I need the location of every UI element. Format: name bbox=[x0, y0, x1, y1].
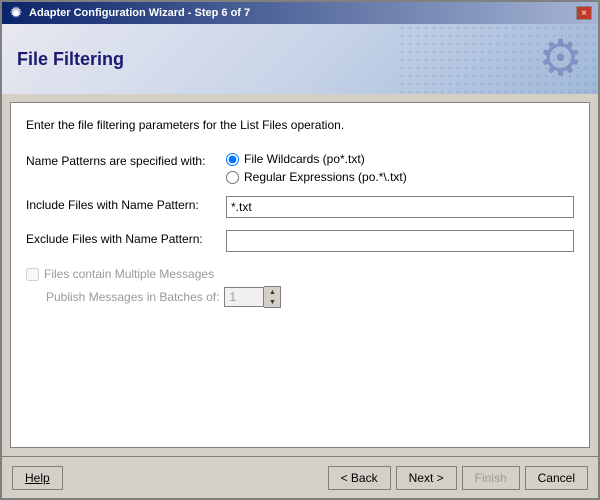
close-button[interactable]: × bbox=[576, 6, 592, 20]
batch-value-input[interactable] bbox=[224, 287, 264, 307]
multiple-messages-checkbox[interactable] bbox=[26, 268, 39, 281]
radio-wildcards-option[interactable]: File Wildcards (po*.txt) bbox=[226, 152, 407, 166]
radio-regex[interactable] bbox=[226, 171, 239, 184]
batch-spinner: ▲ ▼ bbox=[224, 286, 281, 308]
radio-regex-label: Regular Expressions (po.*\.txt) bbox=[244, 170, 407, 184]
batch-row: Publish Messages in Batches of: ▲ ▼ bbox=[46, 286, 574, 308]
next-button[interactable]: Next > bbox=[396, 466, 457, 490]
name-patterns-options: File Wildcards (po*.txt) Regular Express… bbox=[226, 152, 407, 184]
name-patterns-label: Name Patterns are specified with: bbox=[26, 152, 226, 168]
gear-icon: ⚙ bbox=[538, 29, 583, 87]
content-area: Enter the file filtering parameters for … bbox=[10, 102, 590, 448]
description-text: Enter the file filtering parameters for … bbox=[26, 118, 574, 132]
radio-wildcards[interactable] bbox=[226, 153, 239, 166]
batch-label: Publish Messages in Batches of: bbox=[46, 290, 219, 304]
spinner-up-button[interactable]: ▲ bbox=[264, 287, 280, 297]
multiple-messages-row: Files contain Multiple Messages bbox=[26, 267, 574, 281]
cancel-button[interactable]: Cancel bbox=[525, 466, 588, 490]
spinner-buttons: ▲ ▼ bbox=[264, 286, 281, 308]
title-bar: Adapter Configuration Wizard - Step 6 of… bbox=[2, 2, 598, 24]
radio-regex-option[interactable]: Regular Expressions (po.*\.txt) bbox=[226, 170, 407, 184]
wizard-window: Adapter Configuration Wizard - Step 6 of… bbox=[0, 0, 600, 500]
footer: Help < Back Next > Finish Cancel bbox=[2, 456, 598, 498]
include-files-label: Include Files with Name Pattern: bbox=[26, 196, 226, 212]
include-files-row: Include Files with Name Pattern: bbox=[26, 196, 574, 218]
spinner-down-button[interactable]: ▼ bbox=[264, 297, 280, 307]
help-button[interactable]: Help bbox=[12, 466, 63, 490]
multiple-messages-label: Files contain Multiple Messages bbox=[44, 267, 214, 281]
page-title: File Filtering bbox=[17, 49, 124, 70]
exclude-files-row: Exclude Files with Name Pattern: bbox=[26, 230, 574, 252]
name-patterns-row: Name Patterns are specified with: File W… bbox=[26, 152, 574, 184]
header-banner: File Filtering ⚙ bbox=[2, 24, 598, 94]
title-bar-left: Adapter Configuration Wizard - Step 6 of… bbox=[8, 5, 250, 21]
back-button[interactable]: < Back bbox=[328, 466, 391, 490]
title-bar-text: Adapter Configuration Wizard - Step 6 of… bbox=[29, 7, 250, 19]
include-pattern-input[interactable] bbox=[226, 196, 574, 218]
exclude-files-label: Exclude Files with Name Pattern: bbox=[26, 230, 226, 246]
title-icon bbox=[8, 5, 24, 21]
footer-right: < Back Next > Finish Cancel bbox=[328, 466, 588, 490]
finish-button[interactable]: Finish bbox=[462, 466, 520, 490]
footer-left: Help bbox=[12, 466, 63, 490]
exclude-pattern-input[interactable] bbox=[226, 230, 574, 252]
radio-wildcards-label: File Wildcards (po*.txt) bbox=[244, 152, 365, 166]
